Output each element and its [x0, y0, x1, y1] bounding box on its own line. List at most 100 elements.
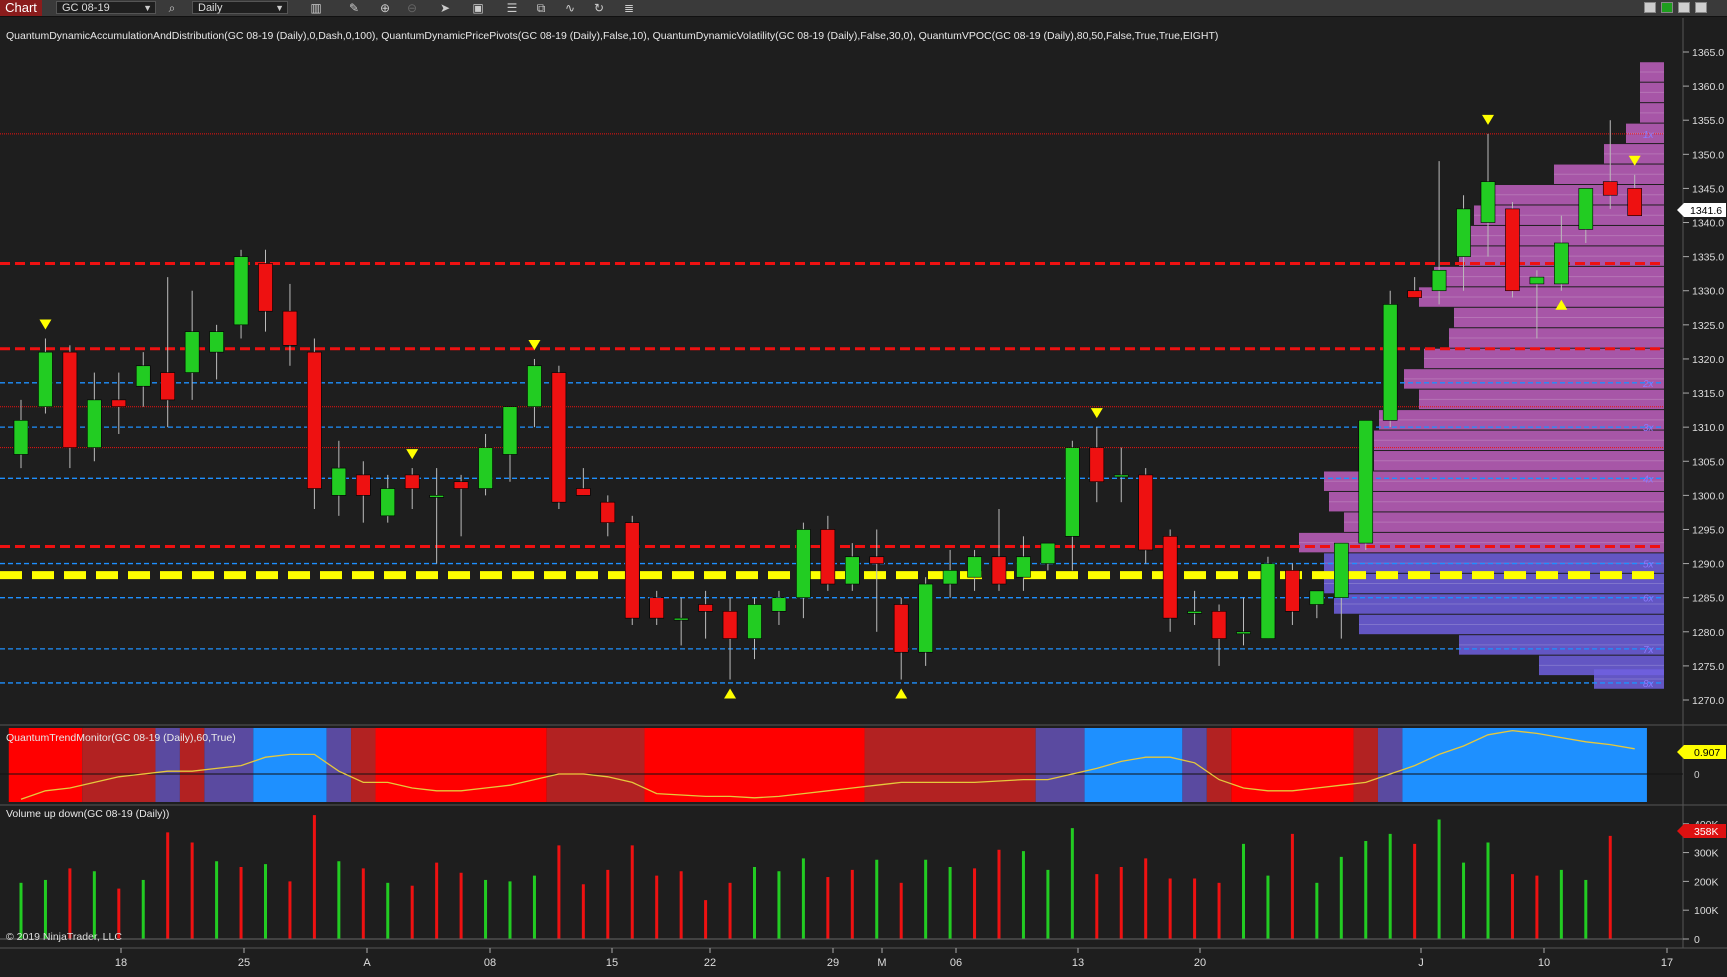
candle-body	[624, 522, 640, 619]
trend-segment	[1084, 728, 1183, 802]
candle-body	[62, 351, 78, 448]
candle-body	[453, 481, 469, 489]
time-tick-label: 06	[950, 957, 962, 969]
candle-body	[1431, 269, 1447, 292]
candle-body	[1505, 208, 1520, 292]
price-tick-label: 1295.0	[1692, 524, 1724, 536]
price-tick-label: 1300.0	[1692, 490, 1724, 502]
candle-body	[600, 501, 616, 523]
trend-monitor	[0, 728, 1683, 802]
candle-body	[1554, 242, 1569, 285]
candle-body	[893, 604, 909, 653]
price-tick-label: 1355.0	[1692, 115, 1724, 127]
time-tick-label: M	[877, 957, 886, 969]
time-tick-label: 17	[1661, 957, 1673, 969]
vpoc-marker-label: 8x	[1643, 679, 1655, 690]
price-tick-label: 1365.0	[1692, 47, 1724, 59]
price-tick-label: 1275.0	[1692, 661, 1724, 673]
copyright-label: © 2019 NinjaTrader, LLC	[6, 931, 122, 943]
volume-panel[interactable]	[0, 806, 1683, 948]
candle-body	[258, 263, 273, 312]
indicators-label: QuantumDynamicAccumulationAndDistributio…	[6, 30, 1218, 42]
vpoc-marker-label: 6x	[1643, 594, 1655, 605]
candle-body	[796, 529, 811, 598]
time-tick-label: 08	[484, 957, 496, 969]
candle-body	[1627, 188, 1642, 217]
candle-body	[722, 611, 738, 639]
time-tick-label: 25	[238, 957, 250, 969]
candle-body	[918, 583, 933, 653]
candle-body	[1382, 304, 1398, 421]
time-tick-label: J	[1418, 957, 1424, 969]
price-tick-label: 1285.0	[1692, 593, 1724, 605]
time-tick-label: A	[363, 957, 371, 969]
trend-segment	[1353, 728, 1378, 802]
vpoc-marker-label: 3x	[1643, 423, 1655, 434]
trend-zero-label: 0	[1694, 770, 1700, 781]
candle-body	[1065, 447, 1080, 537]
candle-body	[135, 365, 151, 387]
candle-body	[282, 310, 298, 346]
candle-body	[87, 399, 102, 448]
candle-body	[1529, 276, 1545, 285]
candle-body	[1602, 181, 1618, 196]
candle-body	[1456, 208, 1471, 257]
vpoc-marker-label: 7x	[1643, 645, 1655, 656]
trend-segment	[1206, 728, 1232, 802]
trend-segment	[1377, 728, 1403, 802]
trend-monitor-label: QuantumTrendMonitor(GC 08-19 (Daily),60,…	[6, 732, 236, 744]
volume-badge-label: 358K	[1694, 826, 1719, 838]
candle-body	[160, 372, 175, 401]
volume-tick-label: 200K	[1694, 876, 1719, 888]
trend-value-label: 0.907	[1694, 747, 1720, 759]
candle-body	[1113, 474, 1129, 478]
vpoc-marker-label: 1x	[1643, 130, 1655, 141]
candle-body	[355, 474, 371, 496]
candle-body	[1187, 611, 1202, 614]
trend-segment	[1035, 728, 1085, 802]
candle-body	[1040, 542, 1056, 564]
volume-tick-label: 100K	[1694, 905, 1719, 917]
candle-body	[1407, 290, 1422, 298]
price-tick-label: 1305.0	[1692, 456, 1724, 468]
candle-body	[991, 556, 1007, 585]
candle-body	[429, 495, 444, 498]
candle-body	[649, 597, 665, 619]
candle-body	[1236, 631, 1251, 635]
candle-body	[1211, 611, 1227, 639]
trend-segment	[253, 728, 327, 802]
candle-body	[967, 556, 982, 578]
vpoc-marker-label: 2x	[1642, 379, 1655, 390]
candle-body	[869, 556, 885, 564]
volume-tick-label: 300K	[1694, 848, 1719, 860]
candle-body	[502, 406, 518, 455]
price-tick-label: 1345.0	[1692, 183, 1724, 195]
price-tick-label: 1320.0	[1692, 354, 1724, 366]
candle-body	[747, 604, 762, 639]
candle-body	[111, 399, 127, 407]
candle-body	[331, 467, 347, 496]
candle-body	[844, 556, 860, 585]
candle-body	[38, 351, 53, 407]
candle-body	[1285, 570, 1300, 612]
time-tick-label: 29	[827, 957, 839, 969]
current-price-label: 1341.6	[1690, 205, 1722, 217]
price-axis: 1365.0 1360.0 1355.0 1350.0 1345.0 1340.0 1335…	[1683, 47, 1724, 707]
candle-body	[307, 351, 322, 489]
candle-body	[1334, 542, 1349, 598]
candle-body	[1138, 474, 1153, 551]
price-tick-label: 1290.0	[1692, 559, 1724, 571]
candle-body	[1016, 556, 1031, 578]
chart-canvas[interactable]: 1x2x3x4x5x6x7x8x 400K300K200K100K0 1365.…	[0, 0, 1727, 977]
trend-segment	[351, 728, 376, 802]
candle-body	[209, 331, 224, 353]
price-tick-label: 1335.0	[1692, 252, 1724, 264]
price-tick-label: 1360.0	[1692, 81, 1724, 93]
candle-body	[942, 570, 958, 585]
price-tick-label: 1270.0	[1692, 695, 1724, 707]
time-tick-label: 20	[1194, 957, 1206, 969]
candle-body	[1089, 447, 1105, 483]
candle-body	[527, 365, 542, 407]
candle-body	[1309, 590, 1325, 605]
price-tick-label: 1350.0	[1692, 149, 1724, 161]
